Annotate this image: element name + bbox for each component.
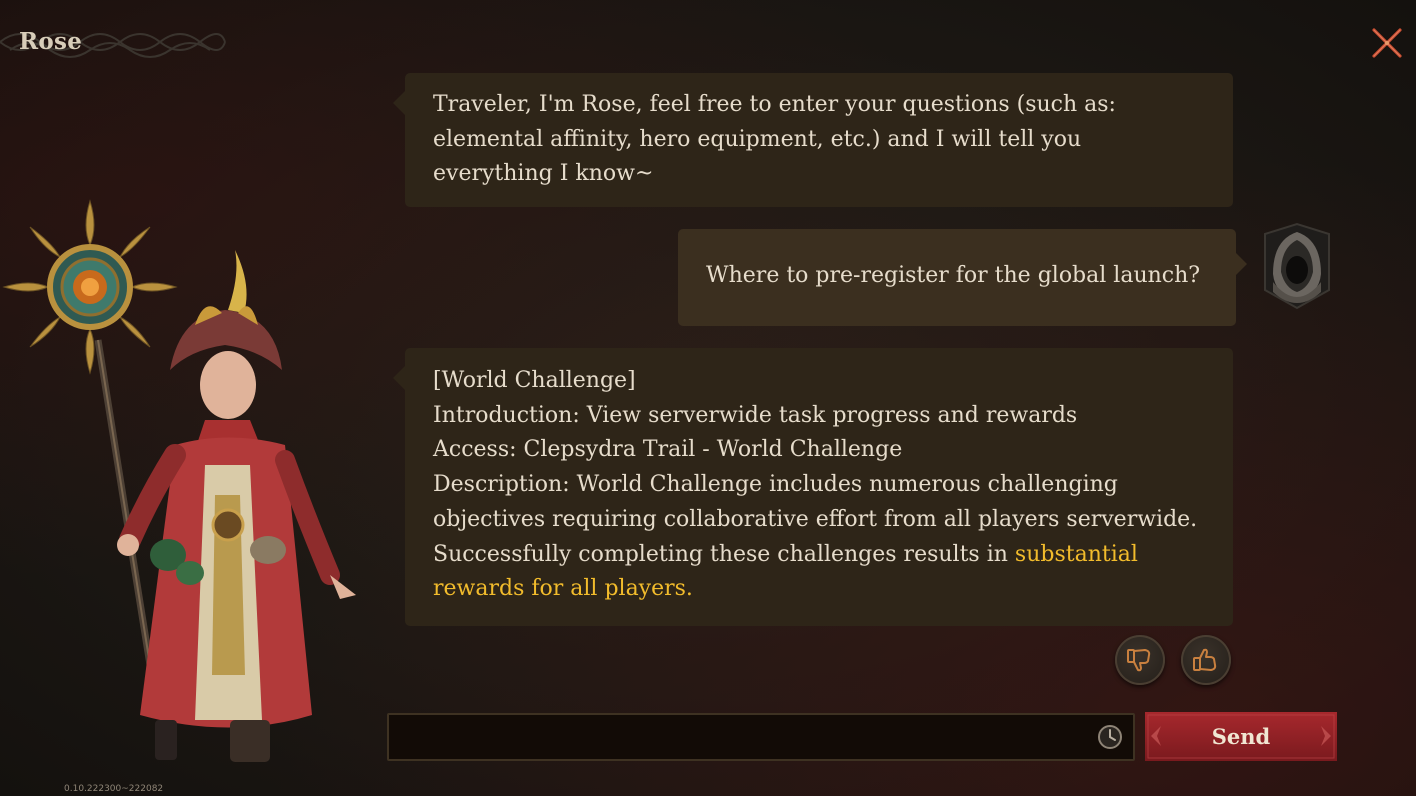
clock-icon [1098, 725, 1122, 749]
player-avatar [1264, 222, 1330, 310]
message-line: Traveler, I'm Rose, feel free to enter y… [433, 92, 1116, 117]
chat-input[interactable] [389, 715, 1089, 759]
npc-character-portrait [2, 199, 356, 762]
player-message-bubble: Where to pre-register for the global lau… [678, 229, 1247, 326]
message-text: Where to pre-register for the global lau… [706, 263, 1201, 288]
message-line: objectives requiring collaborative effor… [433, 506, 1198, 532]
thumbs-down-icon [1127, 649, 1151, 672]
message-line: everything I know~ [433, 161, 654, 187]
close-icon [1372, 28, 1402, 58]
version-label: 0.10.222300~222082 [64, 784, 164, 794]
message-line: [World Challenge] [433, 368, 636, 393]
send-button-label: Send [1211, 724, 1271, 749]
message-line: Introduction: View serverwide task progr… [433, 402, 1078, 428]
message-line: elemental affinity, hero equipment, etc.… [433, 126, 1082, 152]
message-line-text: Successfully completing these challenges… [433, 541, 1015, 567]
send-button[interactable]: Send [1145, 712, 1337, 761]
highlighted-text: rewards for all players. [433, 576, 693, 602]
message-line: Description: World Challenge includes nu… [433, 472, 1118, 498]
close-button[interactable] [1368, 24, 1406, 62]
dislike-button[interactable] [1115, 635, 1165, 685]
npc-message-bubble: [World Challenge] Introduction: View ser… [393, 348, 1233, 626]
like-button[interactable] [1181, 635, 1231, 685]
npc-name: Rose [19, 28, 83, 55]
highlighted-text: substantial [1014, 541, 1138, 567]
message-line: Access: Clepsydra Trail - World Challeng… [433, 437, 903, 463]
npc-name-header: Rose [0, 24, 230, 62]
thumbs-up-icon [1193, 648, 1217, 671]
chat-input-container [387, 713, 1135, 761]
npc-message-bubble: Traveler, I'm Rose, feel free to enter y… [393, 73, 1233, 207]
history-button[interactable] [1097, 724, 1123, 750]
message-line: Successfully completing these challenges… [433, 538, 1207, 573]
